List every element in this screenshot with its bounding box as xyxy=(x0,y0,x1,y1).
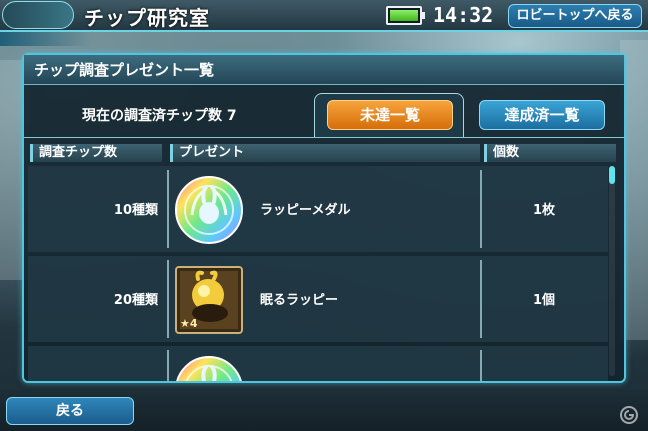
scrollbar-thumb[interactable] xyxy=(609,166,615,184)
present-list[interactable]: 10種類 ラッピーメダル 1枚 20種類 ★4 眠るラッピー 1個 xyxy=(28,166,608,381)
sub-tag-decoration xyxy=(0,32,92,46)
lobby-top-button[interactable]: ロビートップへ戻る xyxy=(508,4,642,28)
row-chip-count: 20種類 xyxy=(113,293,158,308)
scrollbar[interactable] xyxy=(609,166,615,376)
battery-icon xyxy=(386,6,425,25)
present-list-panel: チップ調査プレゼント一覧 現在の調査済チップ数 7 未達一覧 達成済一覧 調査チ… xyxy=(22,53,626,383)
researched-chip-count: 現在の調査済チップ数 7 xyxy=(82,108,237,124)
column-header-count: 個数 xyxy=(484,144,616,162)
column-header-present: プレゼント xyxy=(170,144,480,162)
top-bar: チップ研究室 14:32 ロビートップへ戻る xyxy=(0,0,648,32)
panel-header: チップ調査プレゼント一覧 xyxy=(24,55,624,85)
menu-logo-icon xyxy=(2,1,74,29)
tab-achieved[interactable]: 達成済一覧 xyxy=(479,100,605,130)
row-quantity: 1個 xyxy=(532,293,556,308)
row-present-name: ラッピーメダル xyxy=(260,203,351,218)
tab-divider xyxy=(24,137,624,138)
back-button[interactable]: 戻る xyxy=(6,397,134,425)
tab-unachieved[interactable]: 未達一覧 xyxy=(327,100,453,130)
row-quantity: 1枚 xyxy=(532,203,556,218)
column-header-chips: 調査チップ数 xyxy=(30,144,162,162)
clock: 14:32 xyxy=(433,3,494,27)
page-title: チップ研究室 xyxy=(84,6,210,30)
sleeping-rappy-card-icon: ★4 xyxy=(174,265,244,335)
table-row[interactable]: 20種類 ★4 眠るラッピー 1個 xyxy=(28,256,608,342)
table-row[interactable]: 10種類 ラッピーメダル 1枚 xyxy=(28,166,608,252)
panel-title: チップ調査プレゼント一覧 xyxy=(34,61,215,79)
card-rarity: ★4 xyxy=(180,317,198,330)
rappy-medal-icon xyxy=(174,175,244,245)
row-present-name: 眠るラッピー xyxy=(260,293,339,308)
watermark-icon xyxy=(618,406,640,424)
rappy-medal-icon xyxy=(174,355,244,381)
row-chip-count: 10種類 xyxy=(113,203,158,218)
table-row[interactable] xyxy=(28,346,608,381)
